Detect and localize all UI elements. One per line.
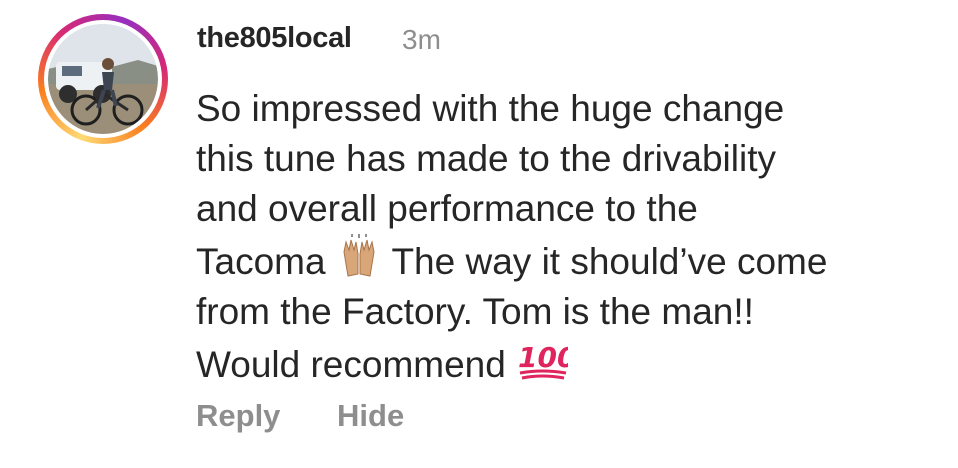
comment-line: from the Factory. Tom is the man!! bbox=[196, 291, 754, 332]
raising-hands-icon bbox=[343, 234, 375, 277]
comment-line: Would recommend bbox=[196, 344, 517, 385]
svg-text:100: 100 bbox=[518, 341, 568, 374]
comment-actions: Reply Hide bbox=[196, 398, 404, 434]
comment-line: The way it should’ve come bbox=[381, 241, 828, 282]
username[interactable]: the805local bbox=[197, 22, 352, 55]
avatar[interactable] bbox=[48, 24, 158, 134]
hundred-points-icon: 100 bbox=[518, 341, 568, 380]
timestamp: 3m bbox=[402, 24, 441, 55]
reply-button[interactable]: Reply bbox=[196, 398, 280, 434]
hide-button[interactable]: Hide bbox=[337, 398, 404, 434]
comment-line: and overall performance to the bbox=[196, 188, 698, 229]
comment-item: the805local 3m So impressed with the hug… bbox=[0, 0, 958, 468]
story-ring[interactable] bbox=[38, 14, 168, 144]
comment-line: Tacoma bbox=[196, 241, 326, 282]
comment-line: this tune has made to the drivability bbox=[196, 138, 776, 179]
comment-text: So impressed with the huge change this t… bbox=[196, 84, 936, 390]
comment-line: So impressed with the huge change bbox=[196, 88, 785, 129]
avatar-border bbox=[44, 20, 162, 138]
